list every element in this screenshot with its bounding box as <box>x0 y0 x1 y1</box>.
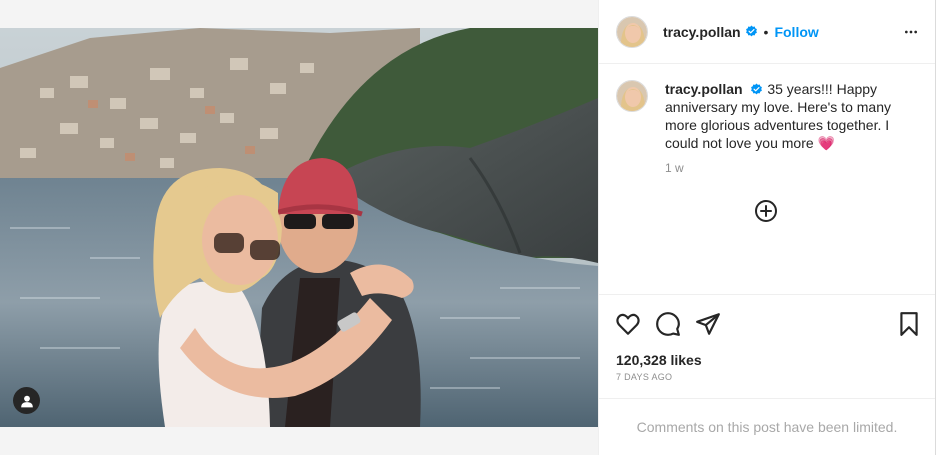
post-media-panel <box>0 0 598 455</box>
post-details-panel: tracy.pollan • Follow tracy.pollan 35 ye… <box>598 0 936 455</box>
couple-photo-illustration <box>0 28 598 427</box>
post-date[interactable]: 7 DAYS AGO <box>616 372 672 382</box>
post-caption: tracy.pollan 35 years!!! Happy anniversa… <box>616 80 926 152</box>
avatar-image <box>617 16 647 47</box>
comment-icon[interactable] <box>655 311 681 337</box>
heart-emoji: 💗 <box>817 135 835 151</box>
share-icon[interactable] <box>695 311 721 337</box>
comments-limited-text: Comments on this post have been limited. <box>636 419 898 435</box>
avatar-image <box>617 81 647 111</box>
bookmark-icon[interactable] <box>896 311 922 337</box>
caption-text-block: tracy.pollan 35 years!!! Happy anniversa… <box>665 80 905 152</box>
follow-button[interactable]: Follow <box>774 24 818 40</box>
post-photo[interactable] <box>0 28 598 427</box>
header-separator: • <box>763 23 769 40</box>
tagged-users-button[interactable] <box>13 387 40 414</box>
post-actions: 120,328 likes 7 DAYS AGO <box>599 294 935 398</box>
post-header: tracy.pollan • Follow <box>599 0 935 64</box>
more-options-icon[interactable] <box>901 24 921 40</box>
user-tag-icon <box>20 395 33 407</box>
author-avatar[interactable] <box>616 15 648 48</box>
verified-badge-icon <box>745 25 757 37</box>
add-circle-icon[interactable] <box>754 199 778 223</box>
likes-count[interactable]: 120,328 likes <box>616 352 702 368</box>
comments-limited-notice: Comments on this post have been limited. <box>599 398 935 455</box>
verified-badge-icon <box>751 83 763 95</box>
caption-username[interactable]: tracy.pollan <box>665 81 743 97</box>
heart-icon[interactable] <box>615 311 641 337</box>
post-time-ago[interactable]: 1 w <box>665 161 684 175</box>
author-username[interactable]: tracy.pollan <box>663 24 741 40</box>
caption-author-avatar[interactable] <box>616 80 648 112</box>
